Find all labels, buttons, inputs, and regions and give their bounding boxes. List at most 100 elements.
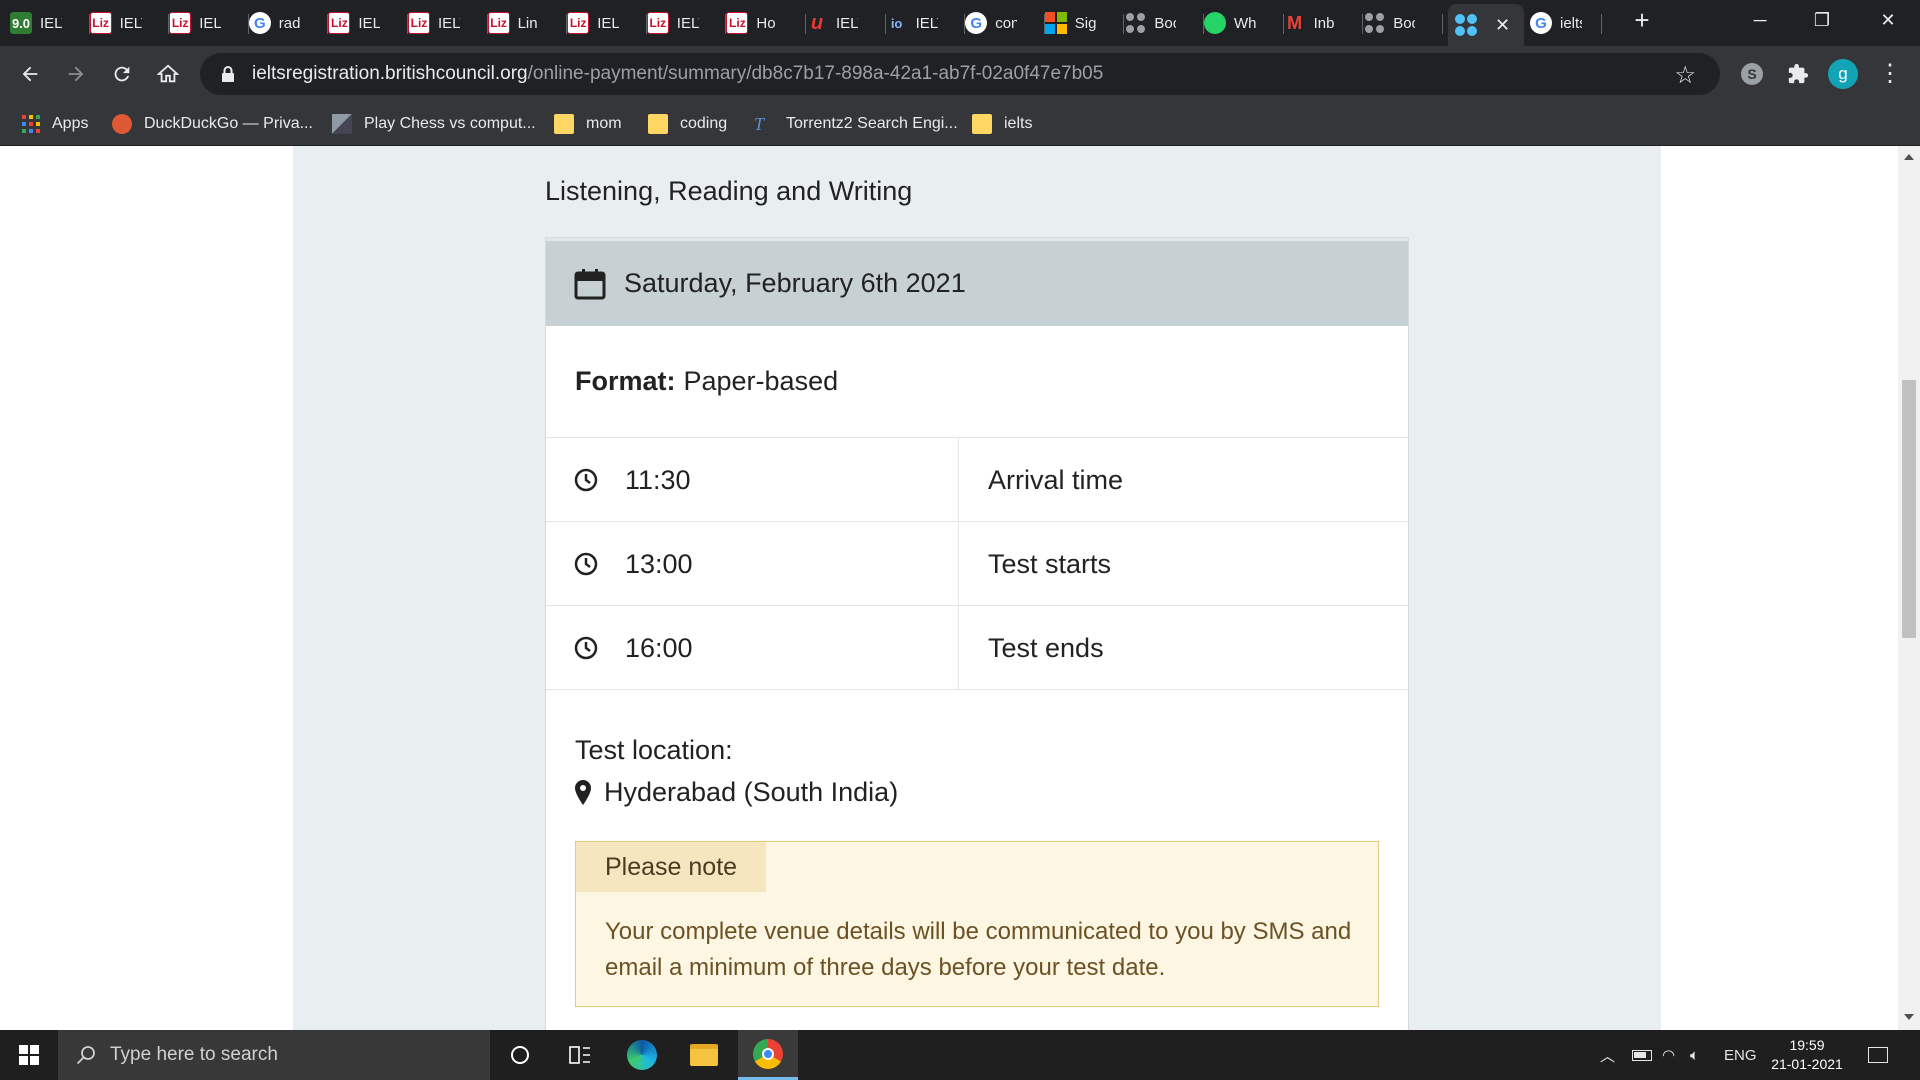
tab-title: IELTS xyxy=(597,14,619,32)
tab-13[interactable]: Sig xyxy=(1044,0,1125,46)
tab-10[interactable]: u IELTS xyxy=(806,0,886,46)
tab-4[interactable]: Liz IELTS xyxy=(328,0,408,46)
taskbar-search-box[interactable]: Type here to search xyxy=(58,1030,490,1080)
location-label: Test location: xyxy=(575,735,733,765)
clock-icon xyxy=(574,468,598,492)
u-favicon-icon: u xyxy=(810,11,824,34)
battery-status[interactable] xyxy=(1632,1030,1652,1080)
forward-button[interactable] xyxy=(58,56,94,92)
taskbar-clock[interactable]: 19:59 21-01-2021 xyxy=(1762,1036,1852,1074)
tab-15[interactable]: Wh xyxy=(1204,0,1284,46)
active-tab[interactable]: ✕ xyxy=(1448,4,1524,46)
skype-icon: S xyxy=(1741,63,1763,85)
duckduckgo-icon xyxy=(112,114,132,134)
bookmark-torrentz[interactable]: T Torrentz2 Search Engi... xyxy=(754,102,958,146)
bookmark-label: Play Chess vs comput... xyxy=(364,115,536,132)
bookmark-folder-ielts[interactable]: ielts xyxy=(972,102,1032,146)
tab-title: IELTS xyxy=(676,14,699,32)
bookmark-folder-mom[interactable]: mom xyxy=(554,102,622,146)
tab-3[interactable]: Grad xyxy=(248,0,329,46)
tab-title: Lin xyxy=(517,14,538,32)
tab-6[interactable]: Liz Lin xyxy=(487,0,568,46)
grid-dots-icon xyxy=(1363,12,1385,34)
home-button[interactable] xyxy=(150,56,186,92)
extensions-button[interactable] xyxy=(1780,56,1816,92)
skype-extension-button[interactable]: S xyxy=(1734,56,1770,92)
format-row: Format: Paper-based xyxy=(546,326,1408,438)
google-icon: G xyxy=(248,12,271,34)
tab-ielts-search[interactable]: G ielts xyxy=(1530,0,1602,46)
cortana-button[interactable] xyxy=(490,1030,550,1080)
bookmark-duckduckgo[interactable]: DuckDuckGo — Priva... xyxy=(112,102,313,146)
chess-icon xyxy=(332,114,352,134)
task-view-button[interactable] xyxy=(550,1030,610,1080)
action-center-button[interactable] xyxy=(1868,1030,1888,1080)
bookmark-chess[interactable]: Play Chess vs comput... xyxy=(332,102,536,146)
home-icon xyxy=(157,64,179,83)
volume-control[interactable]: 🔈︎ xyxy=(1690,1030,1699,1080)
bookmark-folder-coding[interactable]: coding xyxy=(648,102,727,146)
chrome-taskbar-button[interactable] xyxy=(738,1030,798,1080)
network-status[interactable]: ◠ xyxy=(1662,1030,1675,1080)
tab-title: IELTS xyxy=(438,14,460,32)
file-explorer-button[interactable] xyxy=(674,1030,734,1080)
tab-5[interactable]: Liz IELTS xyxy=(408,0,488,46)
reload-button[interactable] xyxy=(104,56,140,92)
folder-icon xyxy=(972,114,992,134)
url-text: ieltsregistration.britishcouncil.org/onl… xyxy=(252,63,1103,85)
tab-11[interactable]: io IELTS xyxy=(886,0,966,46)
schedule-label: Test ends xyxy=(988,632,1104,663)
io-favicon-icon: io xyxy=(890,15,903,31)
schedule-time-cell: 13:00 xyxy=(546,522,959,606)
address-bar[interactable]: ieltsregistration.britishcouncil.org/onl… xyxy=(200,53,1720,95)
scroll-down-arrow-icon[interactable] xyxy=(1904,1014,1914,1020)
kebab-menu-icon: ⋮ xyxy=(1878,60,1902,87)
profile-avatar[interactable]: g xyxy=(1828,59,1858,89)
edge-taskbar-button[interactable] xyxy=(612,1030,672,1080)
page-scrollbar[interactable] xyxy=(1898,146,1920,1030)
tab-14[interactable]: Boo xyxy=(1124,0,1204,46)
start-button[interactable] xyxy=(0,1030,58,1080)
tab-16[interactable]: M Inb xyxy=(1284,0,1364,46)
close-tab-icon[interactable]: ✕ xyxy=(1495,15,1510,36)
scrollbar-thumb[interactable] xyxy=(1902,380,1916,638)
close-window-button[interactable]: ✕ xyxy=(1858,0,1918,40)
schedule-label: Test starts xyxy=(988,548,1112,579)
tab-title: con xyxy=(995,14,1018,32)
input-language[interactable]: ENG xyxy=(1724,1030,1757,1080)
windows-taskbar: Type here to search ︿ ◠ 🔈︎ ENG 19:59 21-… xyxy=(0,1030,1920,1080)
bookmark-star-icon[interactable]: ☆ xyxy=(1674,61,1696,90)
liz-favicon-icon: Liz xyxy=(328,12,351,34)
chevron-up-icon: ︿ xyxy=(1600,1047,1616,1065)
tab-title: Wh xyxy=(1234,14,1256,32)
show-hidden-icons-button[interactable]: ︿ xyxy=(1600,1030,1615,1080)
liz-favicon-icon: Liz xyxy=(726,12,749,34)
folder-icon xyxy=(690,1044,718,1066)
tab-2[interactable]: Liz IELTS xyxy=(169,0,249,46)
tab-7[interactable]: Liz IELTS xyxy=(567,0,647,46)
tab-12[interactable]: Gcon xyxy=(965,0,1045,46)
bookmark-label: coding xyxy=(680,115,728,132)
tab-0[interactable]: 9.0 IELTS xyxy=(10,0,90,46)
scroll-up-arrow-icon[interactable] xyxy=(1904,154,1914,160)
url-path: /online-payment/summary/db8c7b17-898a-42… xyxy=(527,63,1104,84)
test-date: Saturday, February 6th 2021 xyxy=(624,268,966,298)
schedule-time: 11:30 xyxy=(625,464,691,495)
cortana-circle-icon xyxy=(511,1046,529,1064)
schedule-time-cell: 11:30 xyxy=(546,438,959,522)
tab-17[interactable]: Boo xyxy=(1363,0,1443,46)
browser-menu-button[interactable]: ⋮ xyxy=(1872,56,1908,92)
whatsapp-icon xyxy=(1204,12,1226,34)
map-pin-icon xyxy=(575,779,591,805)
new-tab-button[interactable]: + xyxy=(1612,0,1672,40)
tab-1[interactable]: Liz IELTS xyxy=(89,0,170,46)
back-button[interactable] xyxy=(12,56,48,92)
restore-button[interactable]: ❐ xyxy=(1792,0,1852,40)
section-title: Listening, Reading and Writing xyxy=(545,176,913,206)
back-arrow-icon xyxy=(22,66,38,82)
search-icon xyxy=(76,1046,95,1065)
tab-9[interactable]: Liz Ho xyxy=(726,0,806,46)
bookmark-apps[interactable]: Apps xyxy=(22,102,88,146)
minimize-button[interactable]: ─ xyxy=(1730,0,1790,40)
tab-8[interactable]: Liz IELTS xyxy=(646,0,727,46)
